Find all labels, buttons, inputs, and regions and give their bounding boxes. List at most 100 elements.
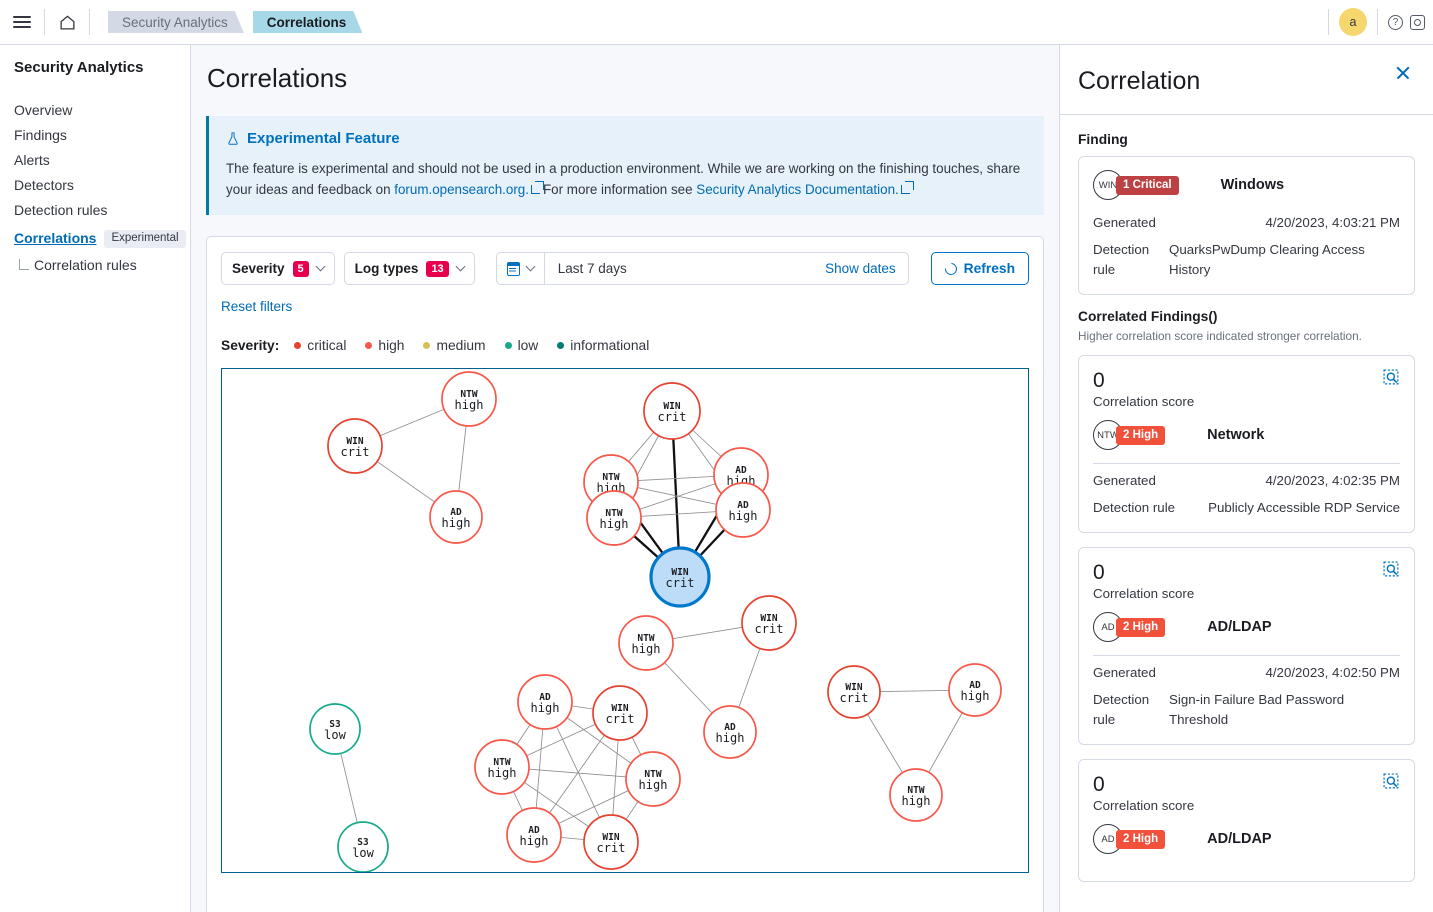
correlated-logtype-row: AD2 HighAD/LDAP: [1093, 824, 1400, 854]
calendar-dropdown-button[interactable]: [497, 253, 545, 284]
hamburger-icon[interactable]: [0, 0, 44, 44]
graph-node[interactable]: S3low: [338, 822, 388, 872]
severity-filter-button[interactable]: Severity 5: [221, 252, 335, 285]
external-link-icon: [531, 185, 540, 194]
graph-node[interactable]: WINcrit: [593, 686, 647, 740]
correlated-finding-name: AD/LDAP: [1207, 831, 1271, 847]
correlated-card-header: 0Correlation score: [1093, 561, 1400, 601]
avatar[interactable]: a: [1339, 8, 1367, 36]
reset-filters-button[interactable]: Reset filters: [221, 299, 292, 314]
status-badge: 2 High: [1116, 830, 1165, 849]
question-circle-icon[interactable]: ?: [1388, 15, 1403, 30]
graph-node-severity: low: [324, 728, 346, 742]
sidebar-item-overview[interactable]: Overview: [14, 98, 176, 123]
correlated-logtype-row: NTW2 HighNetwork: [1093, 420, 1400, 450]
correlation-score-block: 0Correlation score: [1093, 369, 1194, 409]
home-icon[interactable]: [45, 0, 89, 44]
sidebar-item-findings[interactable]: Findings: [14, 123, 176, 148]
graph-node[interactable]: ADhigh: [507, 808, 561, 862]
experimental-feature-callout: Experimental Feature The feature is expe…: [206, 116, 1044, 215]
graph-node-severity: high: [488, 766, 517, 780]
graph-node[interactable]: NTWhigh: [890, 769, 942, 821]
finding-generated-value: 4/20/2023, 4:03:21 PM: [1177, 213, 1400, 233]
inspect-icon[interactable]: [1383, 369, 1400, 386]
legend-item-informational: informational: [557, 338, 649, 353]
correlation-graph-canvas[interactable]: NTWhighWINcritADhighWINcritNTWhighNTWhig…: [222, 369, 1029, 873]
sidebar-item-detectors[interactable]: Detectors: [14, 173, 176, 198]
forum-link[interactable]: forum.opensearch.org.: [394, 182, 529, 197]
legend-dot-informational: [557, 342, 564, 349]
breadcrumb-correlations[interactable]: Correlations: [253, 11, 363, 33]
severity-filter-count: 5: [293, 261, 309, 277]
sidebar-item-alerts[interactable]: Alerts: [14, 148, 176, 173]
graph-node[interactable]: NTWhigh: [626, 752, 680, 806]
graph-node[interactable]: WINcrit: [742, 596, 796, 650]
tree-elbow-icon: [19, 259, 29, 270]
close-icon[interactable]: [1395, 65, 1411, 81]
inspect-icon[interactable]: [1383, 561, 1400, 578]
correlation-score-label: Correlation score: [1093, 586, 1194, 601]
graph-node-severity: high: [961, 689, 990, 703]
legend-label-medium: medium: [436, 338, 485, 353]
graph-node[interactable]: ADhigh: [704, 706, 756, 758]
sidebar-item-correlations[interactable]: Correlations Experimental: [14, 223, 176, 254]
refresh-label: Refresh: [964, 261, 1015, 276]
sidebar-item-correlation-rules[interactable]: Correlation rules: [14, 257, 176, 273]
graph-node[interactable]: S3low: [310, 704, 360, 754]
graph-node-severity: crit: [840, 691, 869, 705]
logtypes-filter-button[interactable]: Log types 13: [344, 252, 475, 285]
graph-node-severity: high: [632, 642, 661, 656]
correlations-panel: Severity 5 Log types 13 Last 7 days Show…: [206, 236, 1044, 912]
finding-rule-label: Detection rule: [1093, 240, 1163, 280]
flyout-header: Correlation: [1060, 45, 1433, 115]
correlated-finding-card[interactable]: 0Correlation scoreAD2 HighAD/LDAP: [1078, 759, 1415, 882]
top-nav-right-group: a ?: [1328, 8, 1433, 36]
page-title: Correlations: [191, 45, 1059, 94]
sidebar-item-correlations-label[interactable]: Correlations: [14, 226, 96, 251]
graph-node[interactable]: WINcrit: [644, 383, 700, 439]
legend-item-low: low: [505, 338, 539, 353]
date-range-value[interactable]: Last 7 days: [545, 261, 825, 276]
documentation-link[interactable]: Security Analytics Documentation.: [696, 182, 898, 197]
correlation-score-label: Correlation score: [1093, 394, 1194, 409]
graph-node[interactable]: WINcrit: [584, 815, 638, 869]
graph-node[interactable]: NTWhigh: [442, 372, 496, 426]
graph-node[interactable]: WINcrit: [328, 419, 382, 473]
sidebar-item-correlation-rules-label[interactable]: Correlation rules: [34, 257, 137, 273]
correlated-generated-row: Generated4/20/2023, 4:02:35 PM: [1093, 471, 1400, 491]
graph-node-severity: high: [716, 731, 745, 745]
graph-node[interactable]: NTWhigh: [587, 491, 641, 545]
feedback-icon[interactable]: [1410, 15, 1425, 30]
correlation-graph[interactable]: NTWhighWINcritADhighWINcritNTWhighNTWhig…: [221, 368, 1029, 873]
correlation-score-label: Correlation score: [1093, 798, 1194, 813]
filter-bar: Severity 5 Log types 13 Last 7 days Show…: [221, 252, 1029, 285]
status-badge: 2 High: [1116, 426, 1165, 445]
legend-item-high: high: [365, 338, 404, 353]
sidebar-item-detection-rules[interactable]: Detection rules: [14, 198, 176, 223]
graph-node[interactable]: NTWhigh: [475, 740, 529, 794]
show-dates-button[interactable]: Show dates: [825, 261, 908, 276]
divider: [1328, 9, 1329, 35]
graph-node[interactable]: ADhigh: [716, 483, 770, 537]
graph-node[interactable]: ADhigh: [949, 664, 1001, 716]
callout-body: The feature is experimental and should n…: [226, 158, 1028, 200]
graph-node[interactable]: NTWhigh: [619, 616, 673, 670]
graph-node-severity: high: [520, 834, 549, 848]
graph-node[interactable]: ADhigh: [518, 675, 572, 729]
callout-header: Experimental Feature: [226, 130, 1028, 147]
correlated-finding-card[interactable]: 0Correlation score NTW2 HighNetwork Genera…: [1078, 355, 1415, 533]
correlated-rule-label: Detection rule: [1093, 498, 1188, 518]
inspect-icon[interactable]: [1383, 773, 1400, 790]
correlated-finding-name: AD/LDAP: [1207, 619, 1271, 635]
graph-node[interactable]: WINcrit: [651, 548, 709, 606]
breadcrumb-security-analytics[interactable]: Security Analytics: [108, 11, 244, 33]
graph-node[interactable]: ADhigh: [430, 491, 482, 543]
refresh-button[interactable]: Refresh: [931, 252, 1029, 285]
correlated-finding-card[interactable]: 0Correlation scoreAD2 HighAD/LDAPGenerat…: [1078, 547, 1415, 745]
date-range-picker[interactable]: Last 7 days Show dates: [496, 252, 909, 285]
correlation-flyout: Correlation Finding WIN 1 Critical Windo…: [1059, 45, 1433, 912]
graph-node[interactable]: WINcrit: [828, 666, 880, 718]
flask-icon: [226, 131, 240, 146]
finding-card: WIN 1 Critical Windows Generated 4/20/20…: [1078, 156, 1415, 295]
graph-node-severity: high: [639, 778, 668, 792]
